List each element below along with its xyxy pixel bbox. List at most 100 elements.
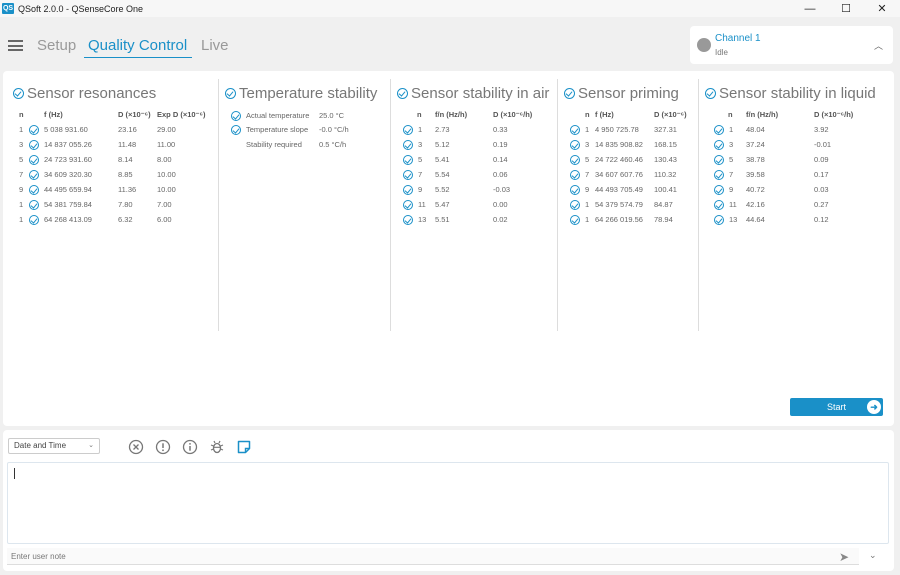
bug-filter-icon[interactable] bbox=[209, 439, 225, 455]
check-circle-icon bbox=[714, 215, 724, 225]
cell-frequency: 64 268 413.09 bbox=[44, 215, 92, 224]
check-circle-icon bbox=[570, 140, 580, 150]
column-header-n: n bbox=[585, 110, 590, 119]
cell-n: 3 bbox=[729, 140, 734, 149]
sensor-priming-section: Sensor priming n f (Hz) D (×10⁻⁶) 1 4 95… bbox=[557, 79, 698, 331]
cell-frequency: 44 495 659.94 bbox=[44, 185, 92, 194]
check-circle-icon bbox=[403, 155, 413, 165]
cell-n: 5 bbox=[19, 155, 24, 164]
check-circle-icon bbox=[231, 111, 241, 121]
log-sort-dropdown[interactable]: Date and Time ⌄ bbox=[8, 438, 100, 454]
check-circle-icon bbox=[29, 170, 39, 180]
cell-dissipation: 84.87 bbox=[654, 200, 673, 209]
section-title: Sensor stability in air bbox=[397, 85, 549, 102]
cell-frequency-drift: 2.73 bbox=[435, 125, 450, 134]
check-circle-icon bbox=[13, 88, 24, 99]
cell-dissipation: 7.80 bbox=[118, 200, 133, 209]
cell-n: 11 bbox=[418, 200, 426, 209]
cell-frequency-drift: 5.47 bbox=[435, 200, 450, 209]
start-button-label: Start bbox=[826, 402, 846, 412]
check-circle-icon bbox=[403, 200, 413, 210]
channel-selector[interactable]: Channel 1 Idle ︿ bbox=[690, 26, 893, 64]
cell-n: 1 bbox=[418, 125, 423, 134]
check-circle-icon bbox=[570, 185, 580, 195]
check-circle-icon bbox=[570, 170, 580, 180]
column-header-dissipation-drift: D (×10⁻⁶/h) bbox=[493, 110, 533, 119]
cell-dissipation: 11.36 bbox=[118, 185, 137, 194]
note-filter-icon[interactable] bbox=[236, 439, 252, 455]
cell-n: 9 bbox=[729, 185, 734, 194]
cell-dissipation-drift: 0.14 bbox=[493, 155, 508, 164]
cell-n: 1 bbox=[585, 125, 590, 134]
cell-dissipation: 327.31 bbox=[654, 125, 677, 134]
cell-dissipation: 8.14 bbox=[118, 155, 133, 164]
error-filter-icon[interactable] bbox=[128, 439, 144, 455]
cell-frequency-drift: 48.04 bbox=[746, 125, 765, 134]
cell-dissipation: 11.48 bbox=[118, 140, 137, 149]
send-icon[interactable]: ➤ bbox=[839, 550, 849, 564]
cell-dissipation-drift: 0.06 bbox=[493, 170, 508, 179]
warning-filter-icon[interactable] bbox=[155, 439, 171, 455]
cell-n: 5 bbox=[729, 155, 734, 164]
tab-live[interactable]: Live bbox=[201, 37, 229, 54]
cell-dissipation-drift: -0.01 bbox=[814, 140, 832, 149]
log-text-area[interactable] bbox=[7, 462, 889, 544]
cell-dissipation: 78.94 bbox=[654, 215, 673, 224]
chevron-down-icon[interactable]: ⌄ bbox=[869, 550, 877, 561]
cell-n: 13 bbox=[729, 215, 738, 224]
tab-quality-control[interactable]: Quality Control bbox=[84, 37, 193, 58]
cell-dissipation-drift: 0.00 bbox=[493, 200, 508, 209]
hamburger-menu-icon[interactable] bbox=[8, 40, 23, 51]
cell-dissipation-drift: 0.02 bbox=[493, 215, 508, 224]
check-circle-icon bbox=[403, 140, 413, 150]
check-circle-icon bbox=[714, 200, 724, 210]
cell-expected-dissipation: 11.00 bbox=[157, 140, 176, 149]
cell-dissipation-drift: 0.09 bbox=[814, 155, 829, 164]
cell-n: 7 bbox=[19, 170, 24, 179]
cell-n: 9 bbox=[418, 185, 423, 194]
temperature-value: -0.0 °C/h bbox=[319, 125, 349, 134]
info-filter-icon[interactable] bbox=[182, 439, 198, 455]
cell-n: 9 bbox=[19, 185, 24, 194]
check-circle-icon bbox=[570, 200, 580, 210]
check-circle-icon bbox=[714, 170, 724, 180]
cell-frequency: 34 607 607.76 bbox=[595, 170, 643, 179]
check-circle-icon bbox=[570, 155, 580, 165]
tab-setup[interactable]: Setup bbox=[37, 37, 76, 54]
column-header-dissipation: D (×10⁻⁶) bbox=[654, 110, 687, 119]
check-circle-icon bbox=[29, 125, 39, 135]
minimize-button[interactable]: — bbox=[792, 0, 828, 17]
check-circle-icon bbox=[29, 200, 39, 210]
cell-n: 1 bbox=[19, 215, 24, 224]
cell-n: 13 bbox=[418, 215, 427, 224]
cell-dissipation-drift: -0.03 bbox=[493, 185, 511, 194]
channel-status: Idle bbox=[715, 48, 728, 57]
temperature-stability-section: Temperature stability Actual temperature… bbox=[218, 79, 390, 331]
close-button[interactable]: ✕ bbox=[864, 0, 900, 17]
cell-n: 7 bbox=[585, 170, 590, 179]
user-note-input[interactable] bbox=[7, 548, 859, 565]
temperature-label: Temperature slope bbox=[246, 125, 309, 134]
app-logo: QS bbox=[2, 3, 14, 14]
cell-frequency-drift: 5.54 bbox=[435, 170, 450, 179]
check-circle-icon bbox=[29, 155, 39, 165]
check-circle-icon bbox=[570, 125, 580, 135]
check-circle-icon bbox=[29, 215, 39, 225]
chevron-down-icon: ⌄ bbox=[88, 442, 94, 449]
section-title: Temperature stability bbox=[225, 85, 377, 102]
maximize-button[interactable]: ☐ bbox=[828, 0, 864, 17]
cell-frequency: 14 835 908.82 bbox=[595, 140, 643, 149]
cell-dissipation: 168.15 bbox=[654, 140, 677, 149]
channel-status-dot-icon bbox=[697, 38, 711, 52]
cell-frequency-drift: 39.58 bbox=[746, 170, 765, 179]
check-circle-icon bbox=[29, 140, 39, 150]
top-navigation: Setup Quality Control Live Channel 1 Idl… bbox=[0, 17, 900, 70]
cell-frequency: 54 381 759.84 bbox=[44, 200, 92, 209]
column-header-frequency-drift: f/n (Hz/h) bbox=[435, 110, 468, 119]
cell-n: 9 bbox=[585, 185, 590, 194]
text-caret bbox=[14, 468, 15, 479]
cell-dissipation-drift: 3.92 bbox=[814, 125, 829, 134]
chevron-up-icon[interactable]: ︿ bbox=[874, 39, 883, 52]
start-button[interactable]: Start ➜ bbox=[790, 398, 883, 416]
cell-expected-dissipation: 29.00 bbox=[157, 125, 176, 134]
